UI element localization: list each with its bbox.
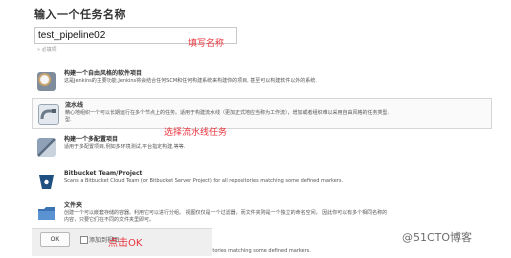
- multiconfig-icon: [37, 138, 56, 157]
- job-type-desc: 这是Jenkins的主要功能.Jenkins将会结合任何SCM和任何构建系统来构…: [64, 78, 317, 84]
- annotation-click-ok: 点击OK: [108, 238, 143, 249]
- job-type-name: 文件夹: [64, 202, 83, 209]
- job-type-desc: 创建一个可以嵌套存储的容器。利用它可以进行分组。 视图仅仅是一个过滤器，而文件夹…: [64, 210, 388, 216]
- job-type-name: 流水线: [65, 102, 84, 109]
- pipeline-icon: [38, 104, 59, 125]
- job-type-desc: 精心地组织一个可以长期运行在多个节点上的任务。适用于构建流水线（更加正式地应当称…: [65, 110, 390, 116]
- folder-icon: [38, 207, 55, 220]
- job-type-desc-cont: 型.: [65, 117, 72, 123]
- job-type-name: 构建一个自由风格的软件项目: [64, 70, 143, 77]
- watermark: @51CTO博客: [402, 231, 473, 244]
- job-type-multiconfig[interactable]: 构建一个多配置项目 适用于多配置项目,例如多环境测试,平台指定构建,等等.: [32, 136, 492, 160]
- job-type-name: 构建一个多配置项目: [64, 136, 119, 143]
- freestyle-icon: [37, 72, 56, 91]
- job-type-desc: Scans a Bitbucket Cloud Team (or Bitbuck…: [64, 178, 344, 184]
- job-type-name: Bitbucket Team/Project: [64, 170, 143, 177]
- job-type-bitbucket[interactable]: Bitbucket Team/Project Scans a Bitbucket…: [32, 170, 492, 194]
- annotation-fill-name: 填写名称: [188, 39, 225, 49]
- bitbucket-icon: [39, 175, 54, 189]
- job-type-desc-cont: 内容，只要它们在不同的文件夹里即可。: [64, 217, 155, 223]
- annotation-select-pipeline: 选择流水线任务: [164, 128, 228, 138]
- add-to-view-checkbox[interactable]: [80, 236, 88, 244]
- job-type-pipeline[interactable]: 流水线 精心地组织一个可以长期运行在多个节点上的任务。适用于构建流水线（更加正式…: [32, 98, 492, 129]
- job-type-folder[interactable]: 文件夹 创建一个可以嵌套存储的容器。利用它可以进行分组。 视图仅仅是一个过滤器，…: [32, 202, 492, 228]
- ok-button[interactable]: OK: [40, 232, 70, 247]
- job-type-freestyle[interactable]: 构建一个自由风格的软件项目 这是Jenkins的主要功能.Jenkins将会结合…: [32, 70, 492, 94]
- job-type-desc: 适用于多配置项目,例如多环境测试,平台指定构建,等等.: [64, 144, 186, 150]
- page-heading: 输入一个任务名称: [34, 8, 126, 21]
- required-hint: » 必填项: [37, 47, 57, 53]
